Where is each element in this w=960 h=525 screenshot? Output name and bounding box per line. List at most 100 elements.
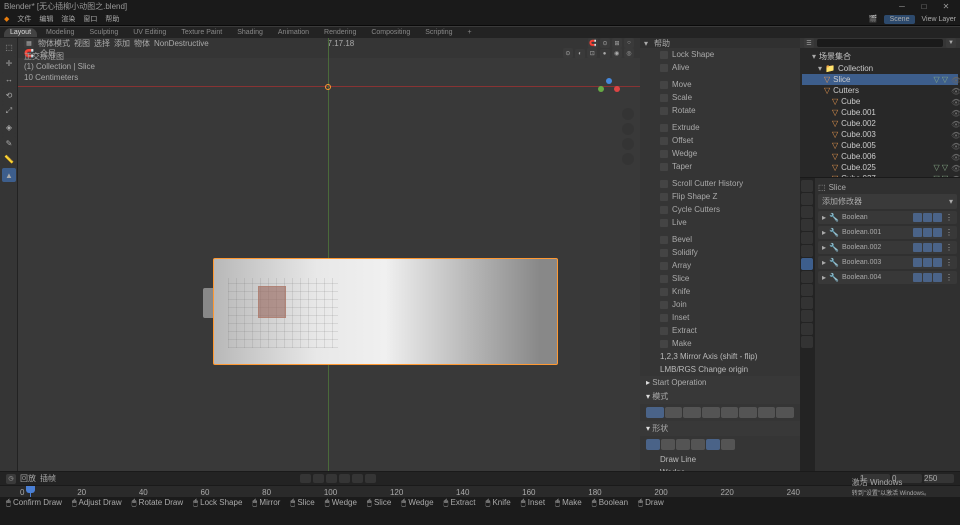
mode-btn-6[interactable] [739,407,757,418]
nav-gizmo[interactable] [598,78,620,100]
zoom-button[interactable] [622,108,634,120]
outliner-item-Cutters[interactable]: ▽Cutters👁 [802,85,958,96]
object-name[interactable]: Slice [829,183,846,192]
shape-btn-5[interactable] [706,439,720,450]
timeline-type-icon[interactable]: ◷ [6,474,16,484]
menu-add[interactable]: 添加 [114,38,130,49]
section-mode[interactable]: ▾ 模式 [640,389,800,404]
ptab-output[interactable] [801,193,813,205]
shape-btn-6[interactable] [721,439,735,450]
mode-btn-8[interactable] [776,407,794,418]
measure-tool[interactable]: 📏 [2,152,16,166]
op-Array[interactable]: Array [640,259,800,272]
op-Taper[interactable]: Taper [640,160,800,173]
outliner-item-Cube.025[interactable]: ▽Cube.025▽ ▽👁 [802,162,958,173]
viewlayer-selector[interactable]: View Layer [921,16,956,23]
tab-shading[interactable]: Shading [231,28,269,37]
npanel-collapse-icon[interactable]: ▾ [644,39,648,48]
op-Alive[interactable]: Alive [640,61,800,74]
outliner-item-Cube.006[interactable]: ▽Cube.006👁 [802,151,958,162]
outliner-type-icon[interactable]: ☰ [804,38,814,48]
tab-compositing[interactable]: Compositing [365,28,416,37]
tab-animation[interactable]: Animation [272,28,315,37]
shading-solid-icon[interactable]: ● [600,49,610,59]
gizmo-y[interactable] [598,86,604,92]
play-icon[interactable] [339,474,350,483]
pan-button[interactable] [622,123,634,135]
rotate-tool[interactable]: ⟲ [2,88,16,102]
xray-icon[interactable]: ◐ [575,49,585,59]
select-tool[interactable]: ⬚ [2,40,16,54]
orientation-icon[interactable]: ⊞ [612,38,622,48]
mode-btn-3[interactable] [683,407,701,418]
op-Solidify[interactable]: Solidify [640,246,800,259]
mode-btn-1[interactable] [646,407,664,418]
section-shape[interactable]: ▾ 形状 [640,421,800,436]
menu-edit[interactable]: 编辑 [39,14,53,24]
tab-layout[interactable]: Layout [4,28,37,37]
camera-button[interactable] [622,138,634,150]
menu-nd[interactable]: NonDestructive [154,39,209,48]
op-Live[interactable]: Live [640,216,800,229]
op-Move[interactable]: Move [640,78,800,91]
snap-icon[interactable]: 🧲 [588,38,598,48]
gizmo-x[interactable] [614,86,620,92]
outliner-item-Cube.003[interactable]: ▽Cube.003👁 [802,129,958,140]
modifier-Boolean.002[interactable]: ▸🔧Boolean.002⋮ [818,241,957,254]
outliner-item-Cube.002[interactable]: ▽Cube.002👁 [802,118,958,129]
outliner-item-Cube.005[interactable]: ▽Cube.005👁 [802,140,958,151]
menu-file[interactable]: 文件 [17,14,31,24]
scale-tool[interactable]: ⤢ [2,104,16,118]
op-Inset[interactable]: Inset [640,311,800,324]
tab-sculpting[interactable]: Sculpting [83,28,124,37]
nd-tool[interactable]: ▲ [2,168,16,182]
op-Flip Shape Z[interactable]: Flip Shape Z [640,190,800,203]
menu-help[interactable]: 帮助 [105,14,119,24]
close-button[interactable]: ✕ [936,1,956,12]
ptab-scene[interactable] [801,219,813,231]
modifier-Boolean.003[interactable]: ▸🔧Boolean.003⋮ [818,256,957,269]
ptab-material[interactable] [801,323,813,335]
ptab-constraints[interactable] [801,297,813,309]
op-Scroll Cutter History[interactable]: Scroll Cutter History [640,177,800,190]
outliner-item-Cube[interactable]: ▽Cube👁 [802,96,958,107]
move-tool[interactable]: ↔ [2,72,16,86]
timeline-track[interactable]: 020406080100120140160180200220240 [0,485,960,497]
proportional-icon[interactable]: ○ [624,38,634,48]
maximize-button[interactable]: □ [914,1,934,12]
outliner-item-Cube.001[interactable]: ▽Cube.001👁 [802,107,958,118]
minimize-button[interactable]: ─ [892,1,912,12]
keying-menu[interactable]: 插帧 [40,473,56,484]
op-Offset[interactable]: Offset [640,134,800,147]
menu-select[interactable]: 选择 [94,38,110,49]
ptab-object[interactable] [801,245,813,257]
op-Bevel[interactable]: Bevel [640,233,800,246]
next-key-icon[interactable] [352,474,363,483]
shape-btn-4[interactable] [691,439,705,450]
op-Wedge[interactable]: Wedge [640,147,800,160]
ptab-world[interactable] [801,232,813,244]
mode-btn-7[interactable] [758,407,776,418]
outliner-item-Slice[interactable]: ▽Slice▽ ▽👁 [802,74,958,85]
shading-material-icon[interactable]: ◉ [612,48,622,58]
prev-key-icon[interactable] [313,474,324,483]
op-Slice[interactable]: Slice [640,272,800,285]
op-Knife[interactable]: Knife [640,285,800,298]
menu-object[interactable]: 物体 [134,38,150,49]
modifier-Boolean.004[interactable]: ▸🔧Boolean.004⋮ [818,271,957,284]
ptab-render[interactable] [801,180,813,192]
ptab-data[interactable] [801,310,813,322]
menu-view[interactable]: 视图 [74,38,90,49]
gizmo-z[interactable] [606,78,612,84]
mode-btn-4[interactable] [702,407,720,418]
cutter-preview[interactable] [258,286,286,318]
pivot-icon[interactable]: ⊙ [600,38,610,48]
ptab-particles[interactable] [801,271,813,283]
ptab-texture[interactable] [801,336,813,348]
filter-icon[interactable]: ▼ [946,38,956,48]
viewport[interactable]: ▦ 物体模式 视图 选择 添加 物体 NonDestructive 7.17.1… [18,38,640,471]
transform-tool[interactable]: ◈ [2,120,16,134]
jump-start-icon[interactable] [300,474,311,483]
op-Extrude[interactable]: Extrude [640,121,800,134]
shading-wire-icon[interactable]: ⊡ [587,48,597,58]
